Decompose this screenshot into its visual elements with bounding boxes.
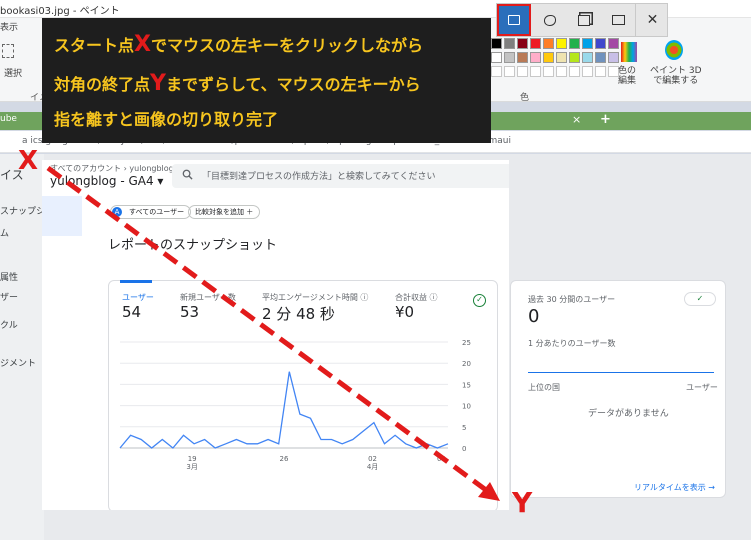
end-point-marker: Y bbox=[512, 486, 533, 519]
drag-arrow-line bbox=[46, 165, 488, 493]
start-point-marker: X bbox=[18, 146, 39, 176]
drag-arrow bbox=[46, 165, 500, 501]
